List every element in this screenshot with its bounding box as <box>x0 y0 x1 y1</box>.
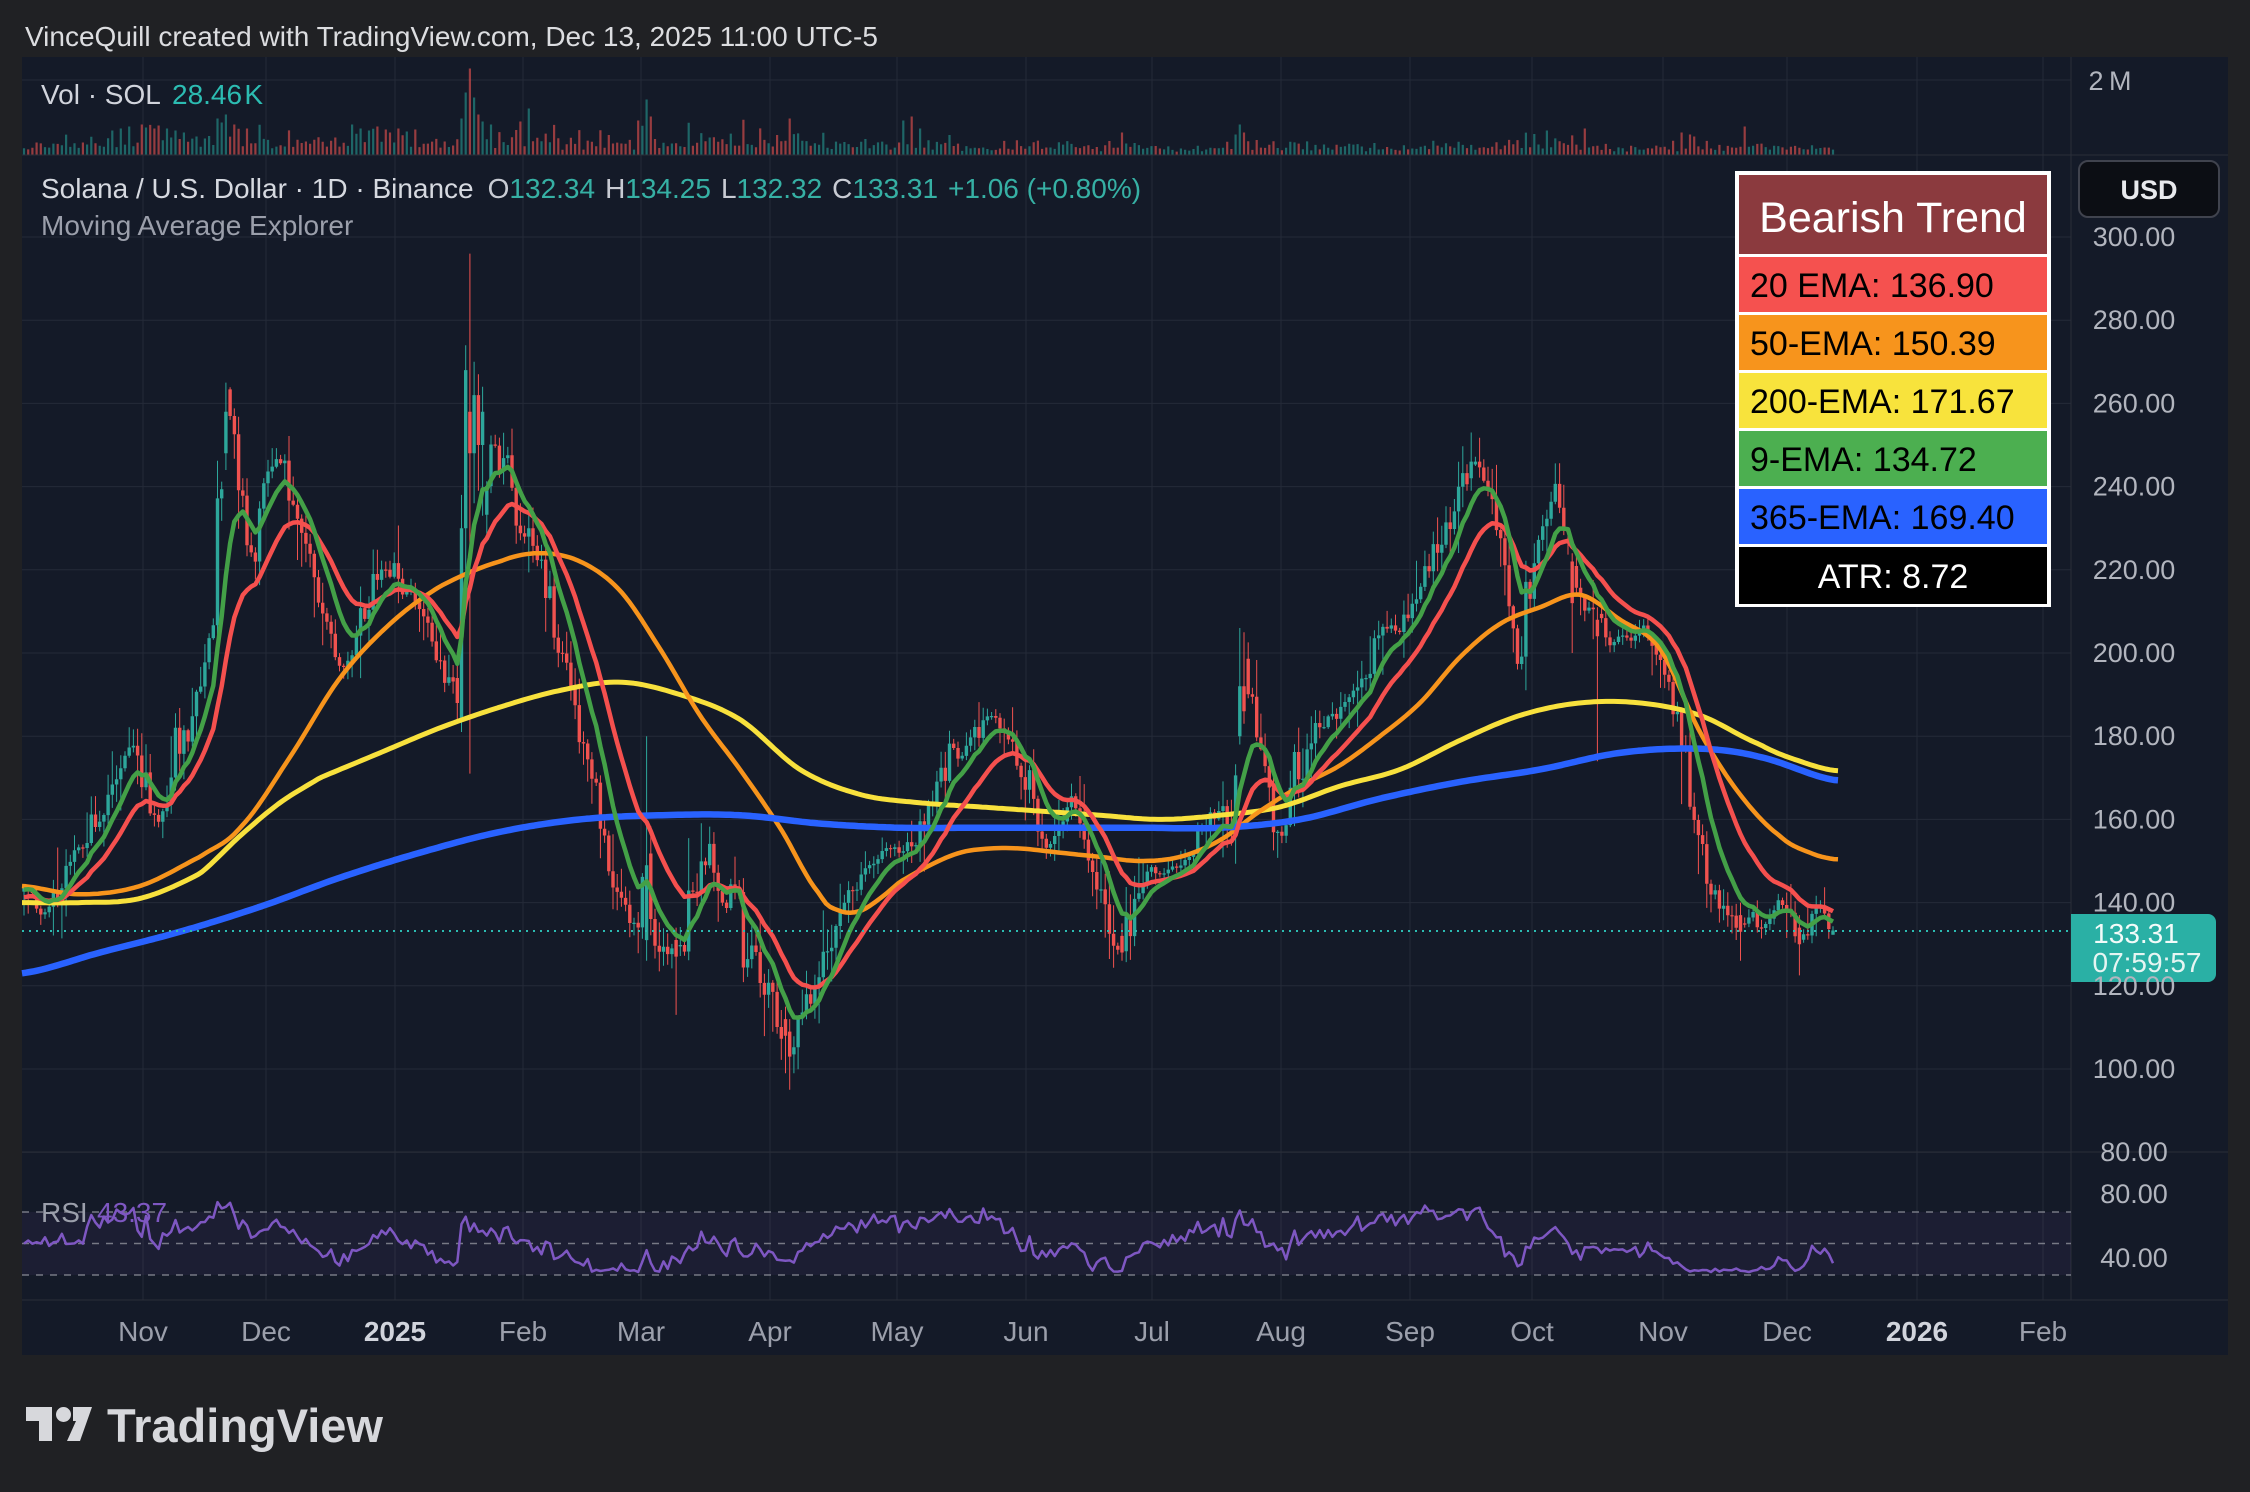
svg-text:20 EMA: 136.90: 20 EMA: 136.90 <box>1750 267 1994 305</box>
svg-text:220.00: 220.00 <box>2093 555 2176 585</box>
svg-text:2 M: 2 M <box>2089 66 2132 96</box>
svg-text:USD: USD <box>2120 175 2177 205</box>
svg-text:Nov: Nov <box>118 1316 168 1347</box>
svg-text:Oct: Oct <box>1510 1316 1554 1347</box>
svg-text:2025: 2025 <box>364 1316 426 1347</box>
svg-text:50-EMA: 150.39: 50-EMA: 150.39 <box>1750 325 1996 363</box>
svg-text:80.00: 80.00 <box>2100 1137 2168 1167</box>
svg-text:240.00: 240.00 <box>2093 472 2176 502</box>
svg-text:9-EMA: 134.72: 9-EMA: 134.72 <box>1750 441 1977 479</box>
svg-text:280.00: 280.00 <box>2093 305 2176 335</box>
svg-text:2026: 2026 <box>1886 1316 1948 1347</box>
svg-text:80.00: 80.00 <box>2100 1179 2168 1209</box>
svg-text:VinceQuill created with Tradin: VinceQuill created with TradingView.com,… <box>25 21 878 52</box>
svg-text:Sep: Sep <box>1385 1316 1435 1347</box>
svg-text:200.00: 200.00 <box>2093 638 2176 668</box>
svg-text:133.31: 133.31 <box>2093 918 2179 949</box>
svg-text:180.00: 180.00 <box>2093 721 2176 751</box>
svg-text:43.37: 43.37 <box>97 1197 167 1228</box>
svg-text:28.46 K: 28.46 K <box>172 79 263 110</box>
svg-text:TradingView: TradingView <box>107 1399 383 1452</box>
svg-text:Solana / U.S. Dollar · 1D · Bi: Solana / U.S. Dollar · 1D · BinanceO132.… <box>41 173 1141 204</box>
svg-text:Jul: Jul <box>1134 1316 1170 1347</box>
svg-text:Feb: Feb <box>2019 1316 2067 1347</box>
svg-text:140.00: 140.00 <box>2093 888 2176 918</box>
svg-text:Vol · SOL: Vol · SOL <box>41 79 161 110</box>
svg-text:Jun: Jun <box>1003 1316 1048 1347</box>
svg-text:Feb: Feb <box>499 1316 547 1347</box>
svg-text:365-EMA: 169.40: 365-EMA: 169.40 <box>1750 499 2015 537</box>
svg-text:RSI: RSI <box>41 1197 88 1228</box>
svg-text:300.00: 300.00 <box>2093 222 2176 252</box>
svg-text:Dec: Dec <box>241 1316 291 1347</box>
svg-text:Dec: Dec <box>1762 1316 1812 1347</box>
svg-text:Apr: Apr <box>748 1316 792 1347</box>
svg-text:200-EMA: 171.67: 200-EMA: 171.67 <box>1750 383 2015 421</box>
svg-text:160.00: 160.00 <box>2093 804 2176 834</box>
svg-text:Nov: Nov <box>1638 1316 1688 1347</box>
svg-text:ATR: 8.72: ATR: 8.72 <box>1818 558 1969 596</box>
svg-text:Bearish Trend: Bearish Trend <box>1759 194 2027 242</box>
svg-text:Mar: Mar <box>617 1316 665 1347</box>
svg-text:40.00: 40.00 <box>2100 1243 2168 1273</box>
svg-text:260.00: 260.00 <box>2093 388 2176 418</box>
svg-text:07:59:57: 07:59:57 <box>2093 947 2202 978</box>
svg-text:Aug: Aug <box>1256 1316 1306 1347</box>
svg-text:Moving Average Explorer: Moving Average Explorer <box>41 210 353 241</box>
svg-text:100.00: 100.00 <box>2093 1054 2176 1084</box>
svg-text:May: May <box>871 1316 924 1347</box>
